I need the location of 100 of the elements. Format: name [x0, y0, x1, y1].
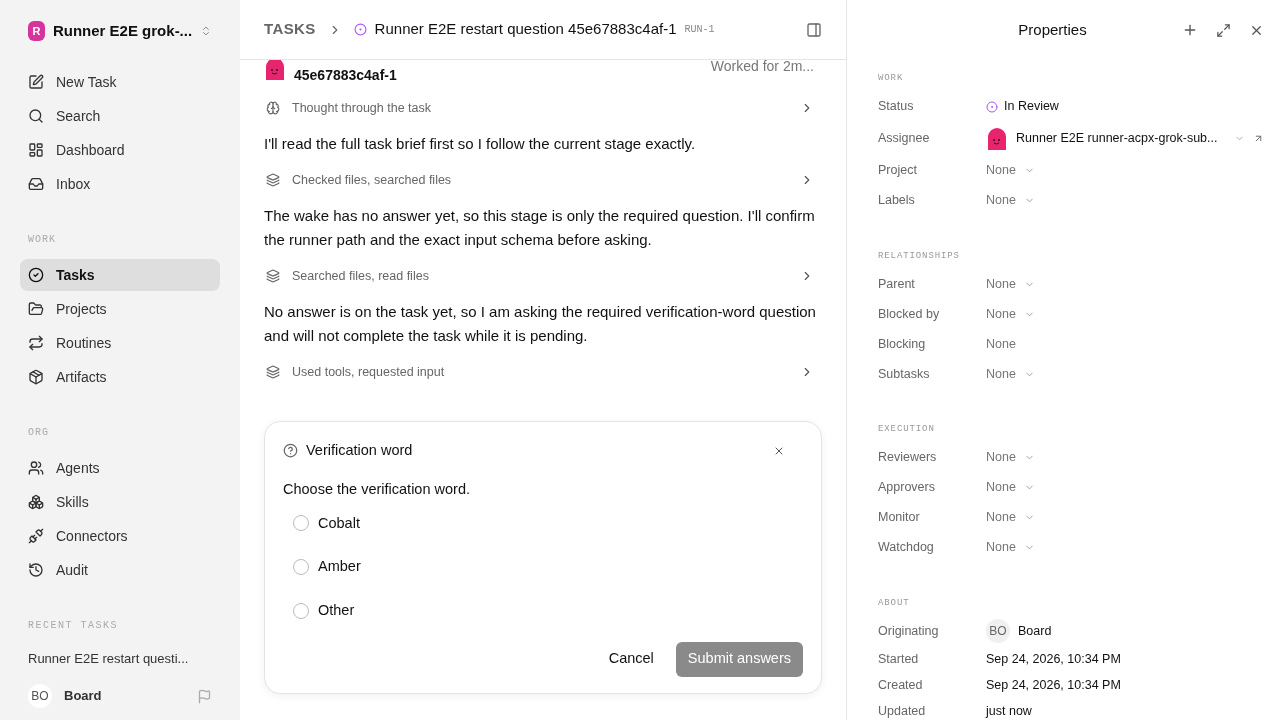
- run-id: RUN-1: [684, 23, 715, 37]
- brain-icon: [266, 101, 280, 115]
- inbox-icon: [28, 176, 44, 192]
- property-label: Started: [878, 650, 920, 668]
- task-title: Runner E2E restart question 45e67883c4af-1: [374, 19, 677, 40]
- property-value[interactable]: None: [986, 191, 1016, 210]
- cancel-button[interactable]: Cancel: [608, 648, 654, 671]
- box-icon: [28, 369, 44, 385]
- property-value[interactable]: None: [986, 304, 1016, 324]
- section-heading: ABOUT: [878, 596, 911, 610]
- sidebar-item[interactable]: Search: [20, 100, 220, 132]
- activity-step[interactable]: Used tools, requested input: [264, 355, 822, 389]
- layers-icon: [266, 269, 280, 283]
- section-heading: EXECUTION: [878, 423, 936, 436]
- activity-step[interactable]: Checked files, searched files: [264, 163, 822, 197]
- workspace-name[interactable]: Runner E2E grok-...: [52, 19, 193, 43]
- property-value[interactable]: None: [986, 274, 1016, 294]
- property-label: Approvers: [878, 479, 936, 497]
- user-name[interactable]: Board: [64, 686, 185, 706]
- radio-option[interactable]: Cobalt: [293, 512, 803, 535]
- property-value[interactable]: None: [986, 538, 1016, 557]
- property-value: None: [986, 335, 1016, 353]
- sidebar-item[interactable]: Connectors: [20, 520, 220, 552]
- sidebar-item[interactable]: Artifacts: [20, 361, 220, 393]
- property-label: Project: [878, 162, 918, 180]
- property-label: Reviewers: [878, 449, 938, 467]
- section-heading: RECENT TASKS: [27, 619, 119, 633]
- property-value: Board: [1018, 622, 1052, 640]
- property-label: Subtasks: [878, 365, 931, 383]
- workspace-logo: R: [28, 21, 45, 41]
- property-value[interactable]: None: [986, 448, 1016, 467]
- sidebar-item[interactable]: Skills: [20, 486, 220, 518]
- agent-name: 45e67883c4af-1: [294, 66, 398, 85]
- section-heading: RELATIONSHIPS: [878, 249, 961, 263]
- layers-icon: [266, 365, 280, 379]
- status-icon: [986, 100, 998, 113]
- users-icon: [28, 460, 44, 476]
- plug-icon: [28, 528, 44, 544]
- property-label: Status: [878, 98, 915, 116]
- property-label: Blocking: [878, 335, 927, 353]
- sidebar-item[interactable]: Agents: [20, 452, 220, 484]
- sidebar-item[interactable]: Dashboard: [20, 134, 220, 166]
- avatar-icon: [986, 127, 1008, 150]
- repeat-icon: [28, 335, 44, 351]
- external-link-icon[interactable]: [1253, 133, 1264, 144]
- section-heading: WORK: [878, 72, 905, 85]
- pen-square-icon: [28, 74, 44, 90]
- agent-message: No answer is on the task yet, so I am asking the required verification-word question and will not complete the task while it is pending.: [264, 302, 817, 346]
- worked-time: Worked for 2m...: [710, 60, 814, 76]
- question-title: Verification word: [306, 441, 414, 460]
- sidebar-item[interactable]: Tasks: [20, 259, 220, 291]
- agent-message: The wake has no answer yet, so this stage is only the required question. I'll confirm the runner path and the exact input schema before asking.: [264, 206, 816, 250]
- help-icon: [283, 443, 298, 459]
- sidebar-item[interactable]: New Task: [20, 66, 220, 98]
- breadcrumb-link[interactable]: TASKS: [264, 18, 316, 41]
- activity-step[interactable]: Thought through the task: [264, 91, 822, 125]
- radio-option[interactable]: Other: [293, 600, 803, 622]
- sidebar-item[interactable]: Routines: [20, 327, 220, 359]
- expand-icon[interactable]: [1216, 22, 1231, 38]
- property-label: Blocked by: [878, 305, 941, 323]
- plus-icon[interactable]: [1182, 22, 1198, 38]
- check-circle-icon: [28, 267, 44, 283]
- sidebar-item[interactable]: Inbox: [20, 168, 220, 200]
- property-label: Watchdog: [878, 539, 935, 557]
- panel-title: Properties: [1017, 19, 1088, 40]
- property-value: just now: [986, 702, 1032, 720]
- radio-option[interactable]: Amber: [293, 556, 803, 578]
- boxes-icon: [28, 494, 44, 510]
- property-value[interactable]: Runner E2E runner-acpx-grok-sub...: [1016, 129, 1218, 148]
- property-label: Assignee: [878, 130, 931, 148]
- property-label: Parent: [878, 275, 916, 293]
- property-label: Labels: [878, 192, 916, 210]
- chevrons-icon[interactable]: [200, 24, 212, 38]
- avatar-icon: [264, 60, 286, 80]
- property-label: Monitor: [878, 509, 921, 527]
- history-icon: [28, 562, 44, 578]
- property-value: Sep 24, 2026, 10:34 PM: [986, 650, 1121, 668]
- agent-message: I'll read the full task brief first so I follow the current stage exactly.: [264, 134, 697, 154]
- section-heading: WORK: [27, 233, 57, 247]
- search-icon: [28, 108, 44, 124]
- dashboard-icon: [28, 142, 44, 158]
- property-value[interactable]: None: [986, 161, 1016, 180]
- folder-icon: [28, 301, 44, 317]
- property-value[interactable]: None: [986, 364, 1016, 384]
- property-label: Created: [878, 676, 924, 694]
- flag-icon[interactable]: [197, 688, 212, 704]
- user-avatar: BO: [986, 619, 1010, 643]
- activity-step[interactable]: Searched files, read files: [264, 259, 822, 293]
- status-icon: [353, 23, 367, 36]
- question-prompt: Choose the verification word.: [283, 479, 471, 499]
- panel-toggle-icon[interactable]: [806, 21, 822, 38]
- property-value[interactable]: In Review: [1004, 97, 1059, 116]
- user-avatar: BO: [28, 684, 52, 708]
- recent-task[interactable]: Runner E2E restart questi...: [20, 649, 220, 669]
- property-value[interactable]: None: [986, 508, 1016, 527]
- property-label: Updated: [878, 702, 927, 720]
- sidebar-item[interactable]: Audit: [20, 554, 220, 586]
- sidebar-item[interactable]: Projects: [20, 293, 220, 325]
- property-label: Originating: [878, 622, 940, 640]
- property-value[interactable]: None: [986, 478, 1016, 497]
